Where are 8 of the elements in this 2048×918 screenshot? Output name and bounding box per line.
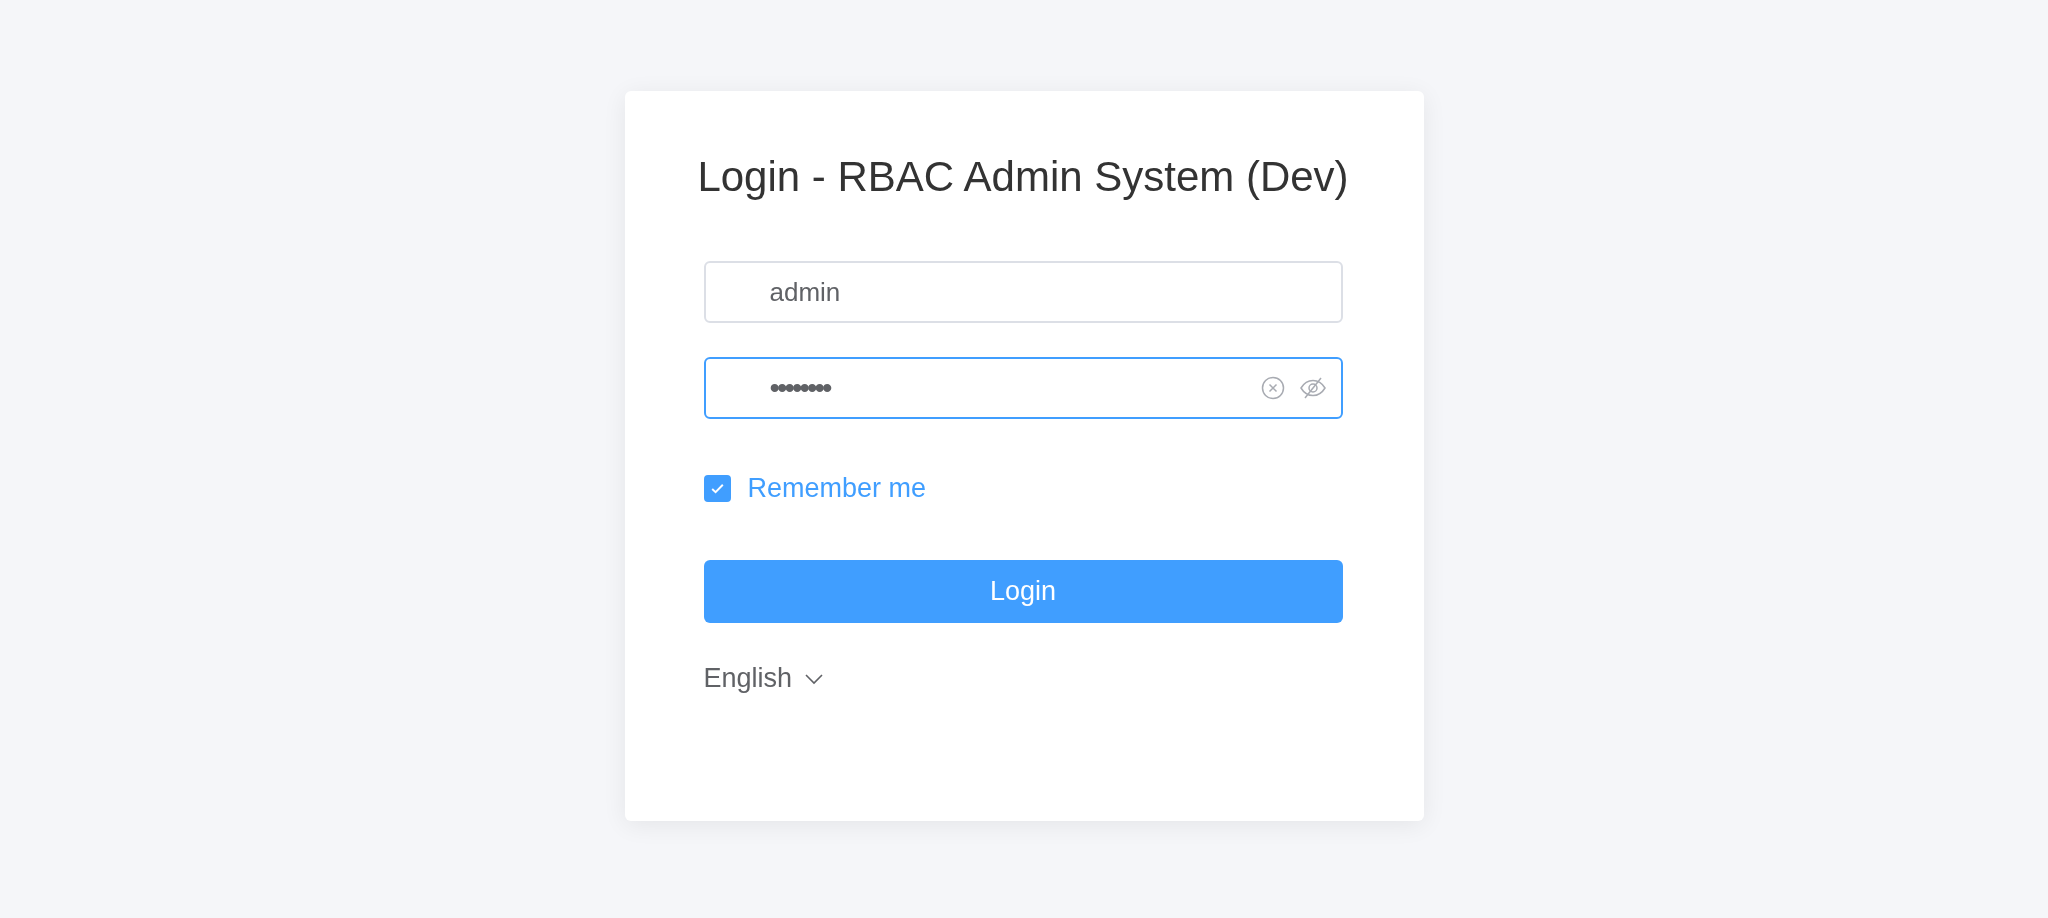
remember-checkbox[interactable] (703, 475, 731, 502)
username-field[interactable]: admin (703, 261, 1343, 323)
eye-slash-icon[interactable] (1298, 376, 1327, 400)
chevron-down-icon (804, 672, 825, 685)
language-dropdown[interactable]: English (703, 663, 825, 694)
password-field[interactable]: •••••••• (703, 357, 1343, 419)
login-title: Login - RBAC Admin System (Dev) (696, 152, 1350, 202)
clear-icon[interactable] (1260, 376, 1285, 400)
